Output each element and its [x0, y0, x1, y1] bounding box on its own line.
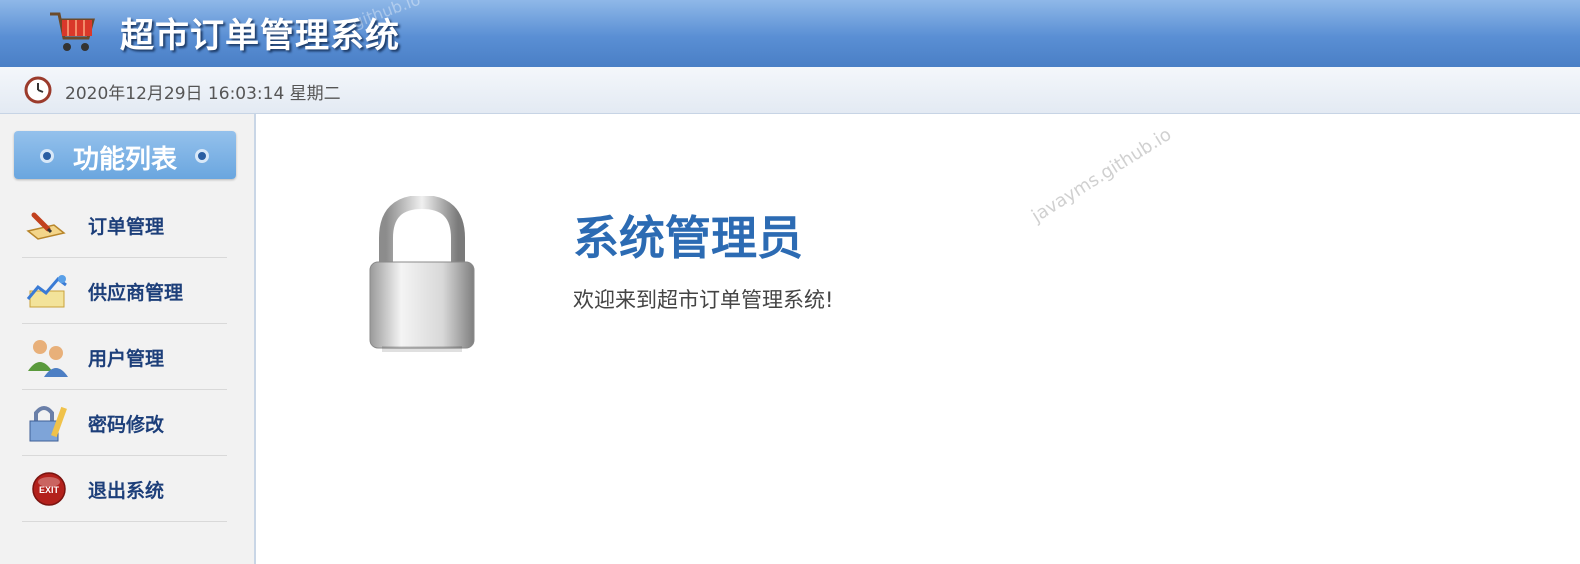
main-content: 系统管理员 欢迎来到超市订单管理系统! javayms.github.io	[258, 114, 1580, 564]
sidebar-item-exit[interactable]: EXIT 退出系统	[22, 456, 227, 522]
page-title: 系统管理员	[573, 211, 803, 265]
datetime-bar: 2020年12月29日 16:03:14 星期二	[0, 67, 1580, 114]
header-bar: 超市订单管理系统 github.io	[0, 0, 1580, 67]
sidebar-item-users[interactable]: 用户管理	[22, 324, 227, 390]
padlock-icon	[369, 196, 475, 352]
clock-icon	[24, 76, 52, 104]
welcome-message: 欢迎来到超市订单管理系统!	[573, 288, 834, 312]
shopping-cart-icon	[50, 12, 95, 51]
sidebar-item-password[interactable]: 密码修改	[22, 390, 227, 456]
lock-password-icon	[29, 406, 67, 442]
supplier-chart-icon	[26, 275, 67, 308]
watermark-main: javayms.github.io	[1028, 123, 1176, 227]
users-icon	[28, 340, 68, 377]
svg-text:EXIT: EXIT	[39, 485, 60, 495]
order-pencil-icon	[26, 212, 66, 240]
bullet-icon	[195, 149, 209, 163]
sidebar-item-suppliers[interactable]: 供应商管理	[22, 258, 227, 324]
sidebar-item-orders[interactable]: 订单管理	[22, 192, 227, 258]
sidebar-title: 功能列表	[14, 131, 236, 179]
exit-icon: EXIT	[32, 472, 66, 506]
current-datetime: 2020年12月29日 16:03:14 星期二	[65, 84, 341, 104]
sidebar: 功能列表 订单管理 供应商管理 用户管理 密码修改 EXIT 退出系统	[0, 114, 256, 564]
